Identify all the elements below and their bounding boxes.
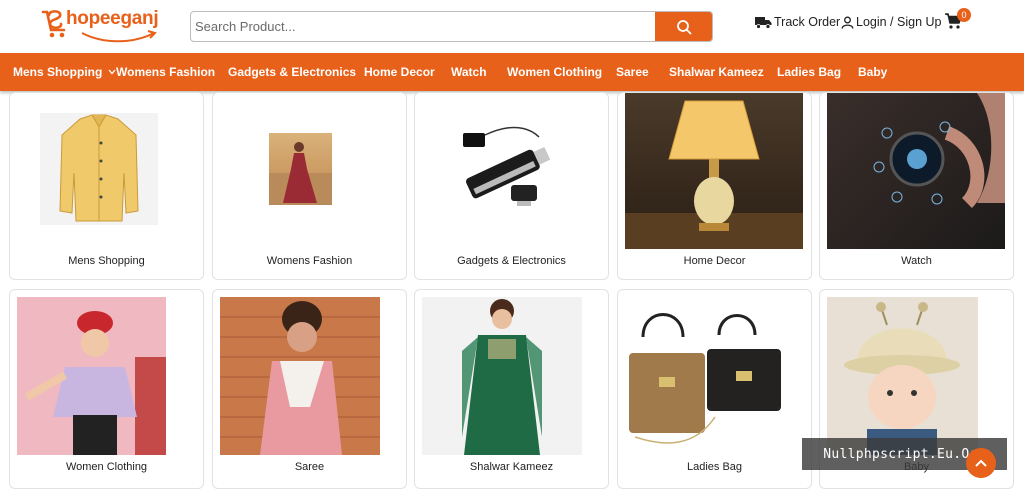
category-card-watch[interactable]: Watch [819,92,1014,280]
shopping-cart-logo-icon [41,10,66,38]
scroll-to-top-button[interactable] [966,448,996,478]
nav-item-label: Shalwar Kameez [669,65,764,79]
category-label: Ladies Bag [686,461,743,473]
category-label: Gadgets & Electronics [457,255,566,267]
category-card-women-clothing[interactable]: Women Clothing [9,289,204,489]
nav-item-home-decor[interactable]: Home Decor [364,65,435,79]
nav-item-label: Gadgets & Electronics [228,65,357,79]
category-card-womens-fashion[interactable]: Womens Fashion [212,92,407,280]
category-label: Saree [294,461,325,473]
baby-hat-image [827,297,978,455]
search-bar [190,11,713,42]
category-card-ladies-bag[interactable]: Ladies Bag [617,289,812,489]
nav-item-label: Saree [616,65,649,79]
login-label: Login / Sign Up [856,15,942,29]
woman-saree-image [220,297,380,455]
category-card-mens-shopping[interactable]: Mens Shopping [9,92,204,280]
nav-item-label: Women Clothing [507,65,603,79]
smart-watch-image [827,93,1005,249]
truck-icon [755,16,772,29]
nav-item-label: Home Decor [364,65,435,79]
login-link[interactable]: Login / Sign Up [841,15,941,29]
mens-shirt-image [40,113,158,225]
womens-lehenga-image [269,133,332,205]
category-card-home-decor[interactable]: Home Decor [617,92,812,280]
logo-smile-icon [81,30,157,43]
search-input[interactable] [191,12,656,41]
nav-item-label: Baby [858,65,888,79]
nav-item-label: Watch [451,65,487,79]
category-card-saree[interactable]: Saree [212,289,407,489]
category-label: Home Decor [683,255,746,267]
nav-item-label: Womens Fashion [116,65,216,79]
nav-item-watch[interactable]: Watch [451,65,487,79]
site-header: hopeeganj Track Order Login / Sign Up [0,0,1024,53]
table-lamp-image [625,93,803,249]
nav-item-shalwar-kameez[interactable]: Shalwar Kameez [669,65,764,79]
search-icon [676,19,691,34]
category-card-shalwar-kameez[interactable]: Shalwar Kameez [414,289,609,489]
category-label: Women Clothing [65,461,148,473]
nav-item-label: Ladies Bag [777,65,842,79]
nav-item-label: Mens Shopping [13,65,103,79]
logo-text: hopeeganj [66,8,159,29]
usb-drive-image [459,123,555,211]
site-logo[interactable]: hopeeganj [40,8,170,44]
track-order-link[interactable]: Track Order [755,15,840,29]
nav-item-womens-fashion[interactable]: Womens Fashion [116,65,215,79]
user-icon [841,16,854,29]
cart-count-badge: 0 [957,8,971,22]
nav-item-gadgets-electronics[interactable]: Gadgets & Electronics [228,65,356,79]
track-order-label: Track Order [774,15,841,29]
category-label: Womens Fashion [266,255,353,267]
category-card-gadgets-electronics[interactable]: Gadgets & Electronics [414,92,609,280]
category-label: Watch [901,255,932,267]
woman-outfit-image [17,297,166,455]
chevron-up-icon [975,459,987,467]
category-nav: Mens Shopping Womens Fashion Gadgets & E… [0,53,1024,91]
category-label: Mens Shopping [68,255,145,267]
search-button[interactable] [655,12,712,41]
green-kameez-image [422,297,582,455]
category-label: Shalwar Kameez [469,461,554,473]
nav-item-mens-shopping[interactable]: Mens Shopping [13,65,116,79]
nav-item-ladies-bag[interactable]: Ladies Bag [777,65,841,79]
nav-item-saree[interactable]: Saree [616,65,649,79]
nav-item-baby[interactable]: Baby [858,65,887,79]
handbags-image [625,297,785,455]
nav-item-women-clothing[interactable]: Women Clothing [507,65,602,79]
